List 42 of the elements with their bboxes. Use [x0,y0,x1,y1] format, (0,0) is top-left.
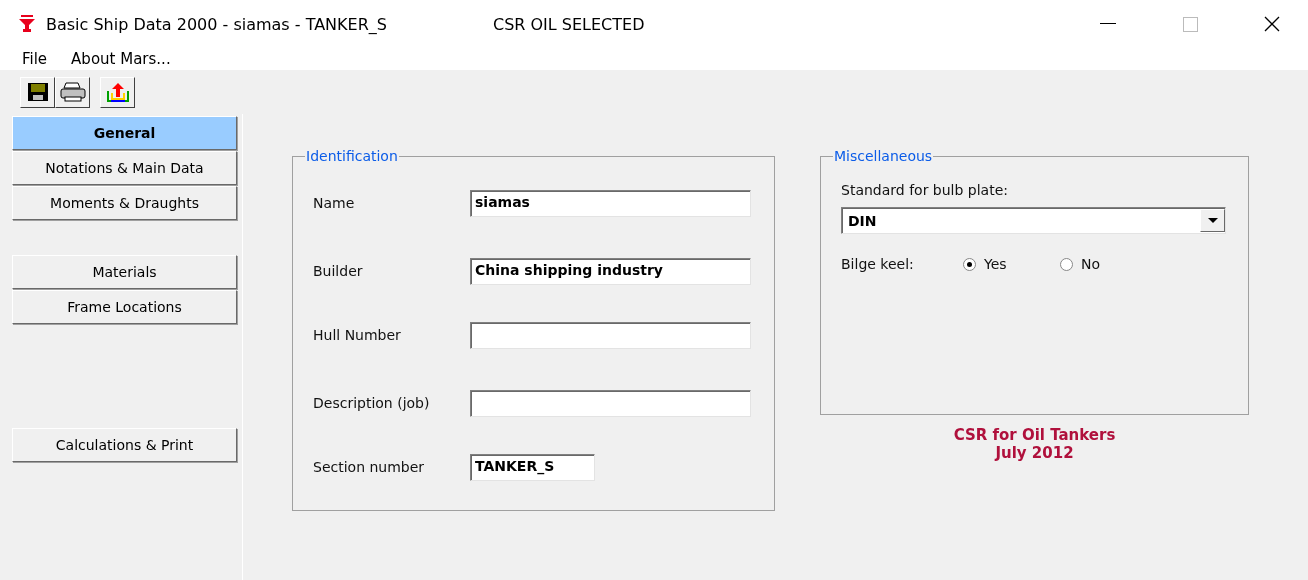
minimize-icon [1100,23,1116,25]
text-field[interactable] [470,389,751,417]
app-icon [18,15,36,33]
radio-label: No [1081,256,1101,272]
group-title: Identification [305,148,399,164]
text-field[interactable]: China shipping industry [470,257,751,285]
field-label: Section number [313,459,426,475]
radio-label: Yes [984,256,1007,272]
toolbar-button[interactable] [20,76,55,108]
window-subtitle: CSR OIL SELECTED [492,14,646,34]
field-label: Bilge keel: [841,256,915,272]
radio-dot-icon [967,261,972,267]
maximize-icon [1182,16,1198,32]
dropdown[interactable]: DIN [841,207,1226,234]
radio-button[interactable] [963,257,976,271]
save-icon [26,82,49,102]
menu-item[interactable]: File [14,50,56,68]
sidebar-button[interactable]: Notations & Main Data [12,151,237,185]
field-label: Standard for bulb plate: [841,182,1008,198]
export-icon [105,81,130,103]
field-label: Description (job) [313,395,431,411]
field-label: Builder [313,263,364,279]
sidebar-button[interactable]: Calculations & Print [12,428,237,462]
sidebar-button[interactable]: Moments & Draughts [12,186,237,220]
printer-icon [59,82,86,102]
rule-note: July 2012 [993,444,1075,462]
field-label: Name [313,195,356,211]
sidebar-button[interactable]: Frame Locations [12,290,237,324]
menu-item[interactable]: About Mars... [63,50,179,68]
text-field[interactable] [470,321,751,349]
field-label: Hull Number [313,327,402,343]
sidebar-button[interactable]: General [12,116,237,150]
toolbar-button[interactable] [100,76,135,108]
group-title: Miscellaneous [833,148,934,164]
text-field[interactable]: TANKER_S [470,453,595,481]
window-title: Basic Ship Data 2000 - siamas - TANKER_S [46,14,387,34]
radio-button[interactable] [1060,257,1073,271]
rule-note: CSR for Oil Tankers [953,426,1116,444]
toolbar-button[interactable] [55,76,90,108]
sidebar-button[interactable]: Materials [12,255,237,289]
close-icon [1264,16,1280,32]
text-field[interactable]: siamas [470,189,751,217]
